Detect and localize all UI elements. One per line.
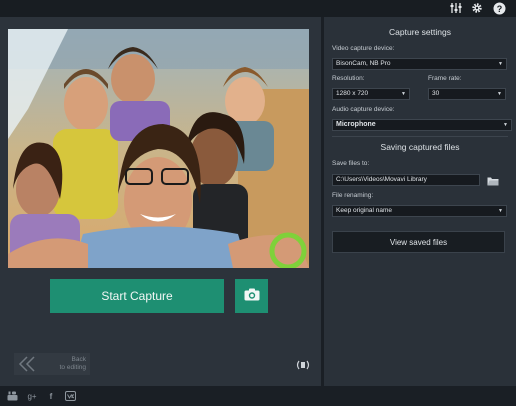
save-to-path-value: C:\Users\Videos\Movavi Library [336, 176, 427, 183]
settings-panel: Capture settings Video capture device: B… [324, 17, 516, 386]
audio-device-label: Audio capture device: [332, 106, 395, 113]
chevron-left-icon [18, 356, 36, 372]
top-bar: ? [0, 0, 516, 17]
youtube-icon[interactable] [6, 390, 18, 402]
capture-area: Start Capture Back to editing [0, 17, 321, 386]
view-saved-files-button[interactable]: View saved files [332, 231, 505, 253]
dropdown-arrow-icon: ▼ [498, 208, 503, 214]
camera-preview [8, 29, 309, 268]
save-to-label: Save files to: [332, 160, 370, 167]
bottom-bar: g+ f [0, 386, 516, 406]
resolution-value: 1280 x 720 [336, 90, 369, 97]
back-to-editing-label: Back to editing [59, 356, 86, 371]
capture-settings-title: Capture settings [389, 27, 451, 37]
section-separator [332, 136, 508, 137]
audio-device-value: Microphone [336, 121, 376, 128]
help-icon[interactable]: ? [492, 1, 506, 15]
equalizer-icon[interactable] [449, 1, 463, 15]
video-device-value: BisonCam, NB Pro [336, 60, 391, 67]
frame-rate-value: 30 [432, 90, 440, 97]
resolution-label: Resolution: [332, 75, 365, 82]
dropdown-arrow-icon: ▼ [498, 61, 503, 67]
dropdown-arrow-icon: ▼ [401, 91, 406, 97]
camera-icon [244, 288, 260, 304]
help-glyph: ? [496, 4, 502, 14]
save-to-path-field[interactable]: C:\Users\Videos\Movavi Library [332, 174, 480, 186]
video-device-label: Video capture device: [332, 45, 395, 52]
saving-files-title: Saving captured files [380, 142, 460, 152]
dropdown-arrow-icon: ▼ [503, 122, 508, 128]
google-plus-icon[interactable]: g+ [26, 390, 38, 402]
renaming-select[interactable]: Keep original name ▼ [332, 205, 507, 217]
frame-rate-label: Frame rate: [428, 75, 462, 82]
audio-level-icon[interactable] [296, 358, 310, 370]
gear-icon[interactable] [470, 1, 484, 15]
snapshot-button[interactable] [235, 279, 268, 313]
video-device-select[interactable]: BisonCam, NB Pro ▼ [332, 58, 507, 70]
resolution-select[interactable]: 1280 x 720 ▼ [332, 88, 410, 100]
vk-icon[interactable] [64, 390, 76, 402]
dropdown-arrow-icon: ▼ [497, 91, 502, 97]
frame-rate-select[interactable]: 30 ▼ [428, 88, 506, 100]
renaming-value: Keep original name [336, 207, 393, 214]
folder-icon[interactable] [482, 174, 504, 187]
start-capture-button[interactable]: Start Capture [50, 279, 224, 313]
audio-device-select[interactable]: Microphone ▼ [332, 119, 512, 131]
facebook-icon[interactable]: f [46, 390, 56, 402]
renaming-label: File renaming: [332, 192, 374, 199]
back-to-editing-button[interactable]: Back to editing [14, 353, 90, 375]
